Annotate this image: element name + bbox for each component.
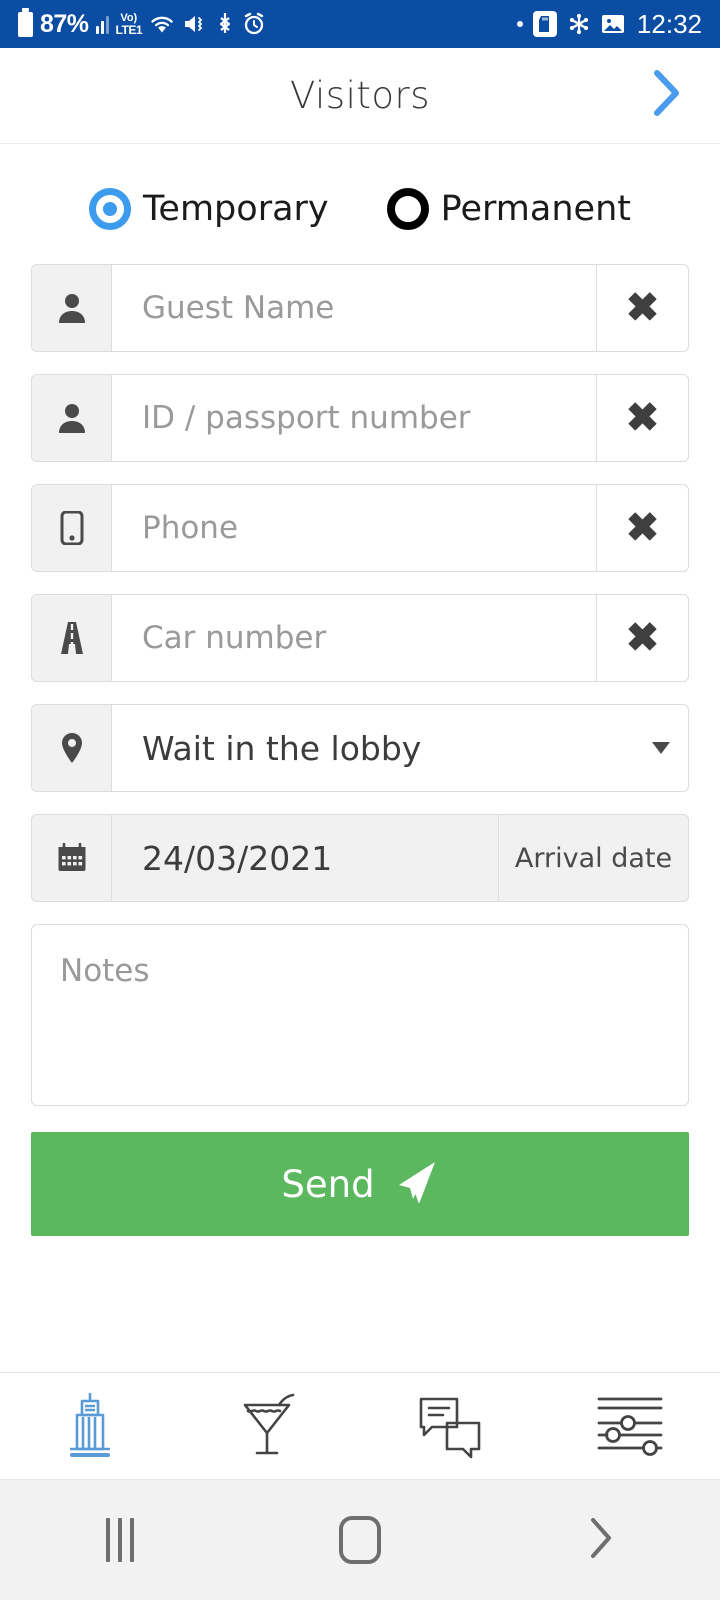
volte-icon: Vo) LTE1 (115, 11, 143, 37)
chevron-right-icon (649, 68, 683, 123)
tab-chat[interactable] (360, 1373, 540, 1479)
volte-top-label: Vo) (120, 11, 138, 24)
back-button[interactable] (480, 1515, 720, 1566)
calendar-icon (32, 815, 112, 901)
radio-permanent-label: Permanent (440, 189, 631, 229)
tab-settings[interactable] (540, 1373, 720, 1479)
tab-cocktail[interactable] (180, 1373, 360, 1479)
clear-guest-name-button[interactable]: ✖ (596, 265, 688, 351)
bluetooth-icon (215, 11, 235, 37)
signal-bars-icon (95, 14, 109, 34)
radio-temporary-indicator[interactable] (89, 188, 131, 230)
guest-name-input[interactable]: Guest Name (112, 265, 596, 351)
recents-icon (106, 1518, 134, 1562)
recents-button[interactable] (0, 1518, 240, 1562)
next-button[interactable] (642, 70, 690, 120)
map-pin-icon (32, 705, 112, 791)
location-select-value[interactable]: Wait in the lobby (112, 705, 634, 791)
tab-building[interactable] (0, 1373, 180, 1479)
battery-icon (18, 7, 33, 37)
status-bar: 87% Vo) LTE1 12:32 (0, 0, 720, 48)
sliders-icon (593, 1389, 667, 1464)
bottom-tab-bar (0, 1372, 720, 1480)
battery-percent-label: 87% (40, 9, 89, 38)
paper-plane-icon (393, 1157, 439, 1212)
radio-permanent-indicator[interactable] (386, 188, 429, 230)
wifi-icon (149, 13, 175, 35)
caret-down-icon[interactable] (634, 705, 688, 791)
page-title: Visitors (290, 74, 430, 117)
arrival-date-value[interactable]: 24/03/2021 (112, 815, 498, 901)
visitor-type-radio-group: Temporary Permanent (0, 144, 720, 264)
radio-temporary-label: Temporary (143, 189, 329, 229)
send-button-label: Send (281, 1162, 375, 1206)
system-navigation-bar (0, 1480, 720, 1600)
field-car-number[interactable]: Car number ✖ (31, 594, 689, 682)
status-bar-right: 12:32 (516, 8, 702, 40)
field-arrival-date[interactable]: 24/03/2021 Arrival date (31, 814, 689, 902)
person-icon (32, 375, 112, 461)
field-id-passport[interactable]: ID / passport number ✖ (31, 374, 689, 462)
snowflake-icon (567, 12, 591, 36)
dot-icon (516, 21, 523, 27)
arrival-date-label: Arrival date (498, 815, 688, 901)
road-icon (32, 595, 112, 681)
field-guest-name[interactable]: Guest Name ✖ (31, 264, 689, 352)
home-icon (339, 1516, 381, 1564)
cocktail-icon (235, 1387, 305, 1466)
clear-phone-button[interactable]: ✖ (596, 485, 688, 571)
person-icon (32, 265, 112, 351)
clear-car-number-button[interactable]: ✖ (596, 595, 688, 681)
visitor-form: Guest Name ✖ ID / passport number ✖ Phon… (0, 264, 720, 1236)
notes-textarea[interactable]: Notes (31, 924, 689, 1106)
image-icon (601, 13, 625, 35)
home-button[interactable] (240, 1516, 480, 1564)
mobile-phone-icon (32, 485, 112, 571)
app-header: Visitors (0, 48, 720, 144)
phone-input[interactable]: Phone (112, 485, 596, 571)
mute-vibrate-icon (182, 12, 208, 36)
clear-id-passport-button[interactable]: ✖ (596, 375, 688, 461)
back-icon (585, 1515, 615, 1566)
field-location-select[interactable]: Wait in the lobby (31, 704, 689, 792)
sd-card-icon (532, 11, 557, 37)
radio-option-temporary[interactable]: Temporary (89, 188, 329, 230)
id-passport-input[interactable]: ID / passport number (112, 375, 596, 461)
clock-label: 12:32 (636, 8, 702, 39)
field-phone[interactable]: Phone ✖ (31, 484, 689, 572)
send-button[interactable]: Send (31, 1132, 689, 1236)
alarm-icon (242, 12, 266, 36)
building-icon (58, 1387, 122, 1466)
car-number-input[interactable]: Car number (112, 595, 596, 681)
radio-option-permanent[interactable]: Permanent (386, 188, 631, 230)
status-bar-left: 87% Vo) LTE1 (18, 7, 266, 38)
volte-bottom-label: LTE1 (115, 22, 143, 37)
chat-bubbles-icon (413, 1387, 487, 1466)
